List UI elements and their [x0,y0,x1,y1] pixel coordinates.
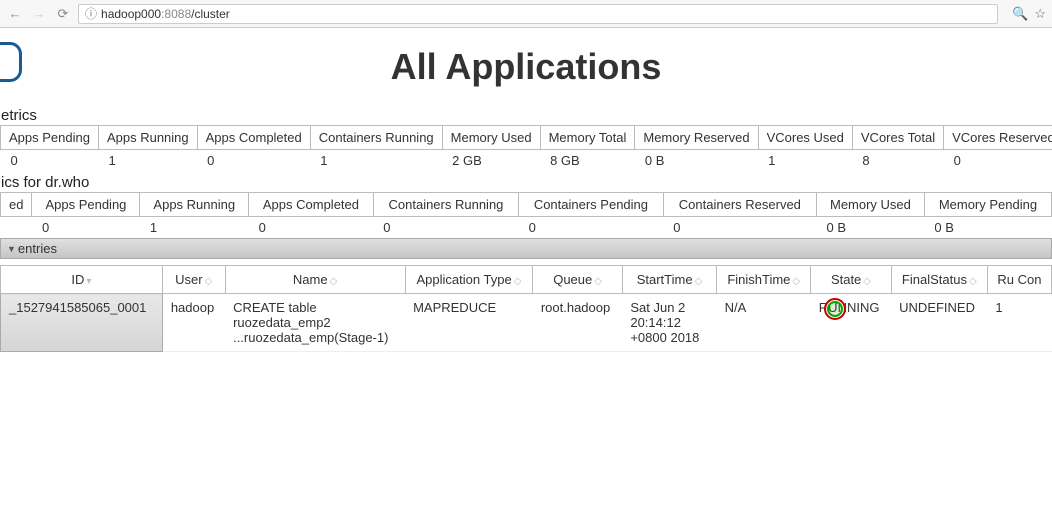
app-finish: N/A [717,294,811,352]
col-apps-pending[interactable]: Apps Pending [1,126,99,150]
user-metrics-table: ed Apps Pending Apps Running Apps Comple… [0,192,1052,238]
col-u-apps-completed[interactable]: Apps Completed [249,193,374,217]
table-row: 0 1 0 1 2 GB 8 GB 0 B 1 8 0 1 [1,150,1052,172]
reload-icon[interactable]: ⟳ [54,5,72,23]
col-memory-total[interactable]: Memory Total [540,126,635,150]
col-state[interactable]: State◇ [811,266,891,294]
info-icon: ⓘ [85,5,97,22]
entries-selector[interactable]: ▼ entries [0,238,1052,259]
col-memory-reserved[interactable]: Memory Reserved [635,126,758,150]
zoom-icon[interactable]: 🔍 [1012,6,1028,22]
cluster-metrics-label: etrics [0,104,1052,125]
app-queue: root.hadoop [533,294,623,352]
star-icon[interactable]: ☆ [1034,6,1046,22]
url-host: hadoop000 [101,7,161,21]
cluster-metrics-table: Apps Pending Apps Running Apps Completed… [0,125,1052,171]
col-ed[interactable]: ed [1,193,32,217]
app-id[interactable]: _1527941585065_0001 [1,294,163,352]
app-name: CREATE table ruozedata_emp2 ...ruozedata… [225,294,405,352]
col-u-memory-pending[interactable]: Memory Pending [924,193,1051,217]
col-user[interactable]: User◇ [162,266,225,294]
table-row: 0 1 0 0 0 0 0 B 0 B [1,217,1052,239]
app-state: RUNNING [811,294,891,352]
col-vcores-total[interactable]: VCores Total [852,126,943,150]
col-memory-used[interactable]: Memory Used [442,126,540,150]
col-u-containers-reserved[interactable]: Containers Reserved [663,193,816,217]
col-u-memory-used[interactable]: Memory Used [817,193,925,217]
col-u-containers-pending[interactable]: Containers Pending [519,193,664,217]
col-apps-completed[interactable]: Apps Completed [197,126,310,150]
page-title: All Applications [0,46,1052,88]
col-starttime[interactable]: StartTime◇ [622,266,716,294]
col-u-apps-running[interactable]: Apps Running [140,193,249,217]
url-path: /cluster [191,7,230,21]
col-u-apps-pending[interactable]: Apps Pending [32,193,140,217]
caret-down-icon: ▼ [7,244,16,254]
col-vcores-reserved[interactable]: VCores Reserved [944,126,1052,150]
col-vcores-used[interactable]: VCores Used [758,126,852,150]
app-extra: 1 [987,294,1051,352]
app-user: hadoop [162,294,225,352]
back-icon[interactable]: ← [6,5,24,23]
annotation-circle-inner-icon [827,301,843,317]
applications-table: ID▾ User◇ Name◇ Application Type◇ Queue◇… [0,265,1052,352]
table-row[interactable]: _1527941585065_0001 hadoop CREATE table … [1,294,1052,352]
col-name[interactable]: Name◇ [225,266,405,294]
browser-toolbar: ← → ⟳ ⓘ hadoop000:8088/cluster 🔍 ☆ [0,0,1052,28]
app-type: MAPREDUCE [405,294,533,352]
forward-icon[interactable]: → [30,5,48,23]
col-finalstatus[interactable]: FinalStatus◇ [891,266,987,294]
col-apptype[interactable]: Application Type◇ [405,266,533,294]
col-id[interactable]: ID▾ [1,266,163,294]
col-u-containers-running[interactable]: Containers Running [373,193,518,217]
entries-label: entries [18,241,57,256]
col-apps-running[interactable]: Apps Running [98,126,197,150]
app-start: Sat Jun 2 20:14:12 +0800 2018 [622,294,716,352]
col-finishtime[interactable]: FinishTime◇ [717,266,811,294]
col-containers-running[interactable]: Containers Running [310,126,442,150]
url-port: :8088 [161,7,191,21]
app-final: UNDEFINED [891,294,987,352]
user-metrics-label: ics for dr.who [0,171,1052,192]
col-running[interactable]: Ru Con [987,266,1051,294]
col-queue[interactable]: Queue◇ [533,266,623,294]
url-bar[interactable]: ⓘ hadoop000:8088/cluster [78,4,998,24]
